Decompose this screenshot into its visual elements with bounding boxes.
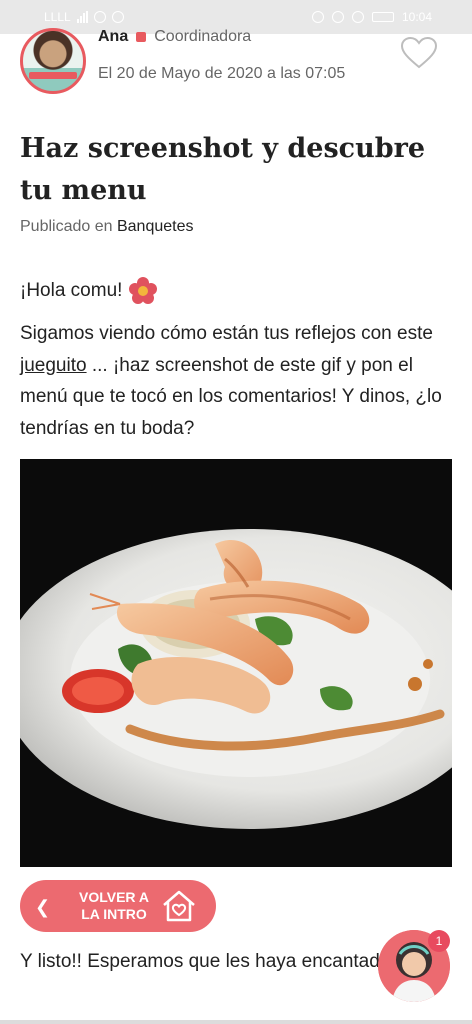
post-closing-text: Y listo!! Esperamos que les haya encanta… [20,951,400,972]
alarm-icon [311,11,324,23]
bottom-edge [0,1020,472,1024]
greeting: ¡Hola comu! [20,276,158,306]
paragraph-text-start: Sigamos viendo cómo están tus reflejos c… [20,323,433,344]
status-left: LLLL [44,10,124,24]
flower-emoji-icon [129,277,158,304]
heart-outline-icon[interactable] [400,36,438,70]
notification-badge: 1 [428,930,450,952]
back-to-intro-button[interactable]: ❮ VOLVER A LA INTRO [20,880,216,932]
clock: 10:04 [401,10,432,24]
published-in: Publicado en Banquetes [20,218,193,236]
author-name[interactable]: Ana [98,28,128,46]
post-title: Haz screenshot y descubre tu menu [20,133,425,206]
role-badge-icon [136,32,147,42]
post-date: El 20 de Mayo de 2020 a las 07:05 [98,65,346,82]
battery-icon [371,12,394,22]
vibrate-icon [351,11,364,23]
status-right: 10:04 [311,10,432,24]
shrimp-dish-illustration [20,459,452,867]
category-link[interactable]: Banquetes [117,218,194,235]
carrier-label: LLLL [44,10,71,24]
author-role: Coordinadora [154,28,252,45]
greeting-text: ¡Hola comu! [20,280,123,301]
back-button-label: VOLVER A LA INTRO [78,889,149,922]
jueguito-link[interactable]: jueguito [20,355,87,376]
author-avatar[interactable] [20,28,86,94]
avatar-banner [29,72,77,79]
signal-icon [76,11,88,23]
whatsapp-icon [111,11,124,23]
chevron-left-icon: ❮ [35,897,51,917]
author-line: Ana Coordinadora [98,28,251,46]
house-heart-icon [163,890,195,922]
shrimp-dish-image [20,459,452,867]
eye-icon [331,11,344,23]
post-body-paragraph: Sigamos viendo cómo están tus reflejos c… [20,318,456,444]
wifi-icon [93,11,106,23]
published-prefix: Publicado en [20,218,113,235]
